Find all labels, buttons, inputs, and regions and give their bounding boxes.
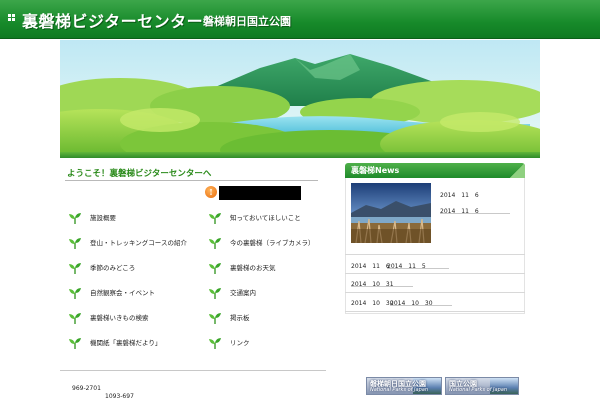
sprout-icon bbox=[69, 313, 81, 324]
hero-bottom-strip bbox=[60, 152, 540, 158]
site-header: 裏磐梯ビジターセンター 磐梯朝日国立公園 bbox=[0, 0, 600, 39]
sprout-icon bbox=[209, 213, 221, 224]
sprout-icon bbox=[69, 213, 81, 224]
sprout-icon bbox=[209, 338, 221, 349]
news-date: 2014 11 6 bbox=[351, 263, 390, 270]
sprout-icon bbox=[69, 288, 81, 299]
sprout-icon bbox=[209, 263, 221, 274]
sprout-icon bbox=[209, 313, 221, 324]
welcome-heading: ようこそ！裏磐梯ビジターセンターへ bbox=[67, 169, 212, 179]
site-subtitle: 磐梯朝日国立公園 bbox=[203, 15, 291, 28]
news-title: 裏磐梯News bbox=[351, 166, 400, 175]
national-parks-banner[interactable]: 国立公園 National Parks of Japan bbox=[445, 377, 519, 395]
footer-divider bbox=[60, 370, 326, 371]
info-icon: ! bbox=[205, 186, 217, 198]
bandai-asahi-park-banner[interactable]: 磐梯朝日国立公園 National Parks of Japan bbox=[366, 377, 442, 395]
sprout-icon bbox=[209, 238, 221, 249]
footer-postal-code: 969-2701 bbox=[72, 385, 101, 392]
news-date: 2014 10 30 bbox=[351, 300, 394, 307]
hero-banner-image bbox=[60, 40, 540, 158]
footer-address: 1093-697 bbox=[105, 393, 134, 400]
news-panel-header: 裏磐梯News bbox=[345, 163, 525, 178]
news-date: 2014 11 6 bbox=[440, 192, 479, 199]
sprout-icon bbox=[69, 238, 81, 249]
site-title[interactable]: 裏磐梯ビジターセンター bbox=[22, 8, 203, 32]
sprout-icon bbox=[209, 288, 221, 299]
sprout-icon bbox=[69, 263, 81, 274]
news-photo[interactable] bbox=[351, 183, 431, 243]
logo-mark-icon bbox=[8, 14, 16, 22]
notice-redacted-bar bbox=[219, 186, 301, 200]
sprout-icon bbox=[69, 338, 81, 349]
welcome-divider bbox=[65, 180, 318, 181]
